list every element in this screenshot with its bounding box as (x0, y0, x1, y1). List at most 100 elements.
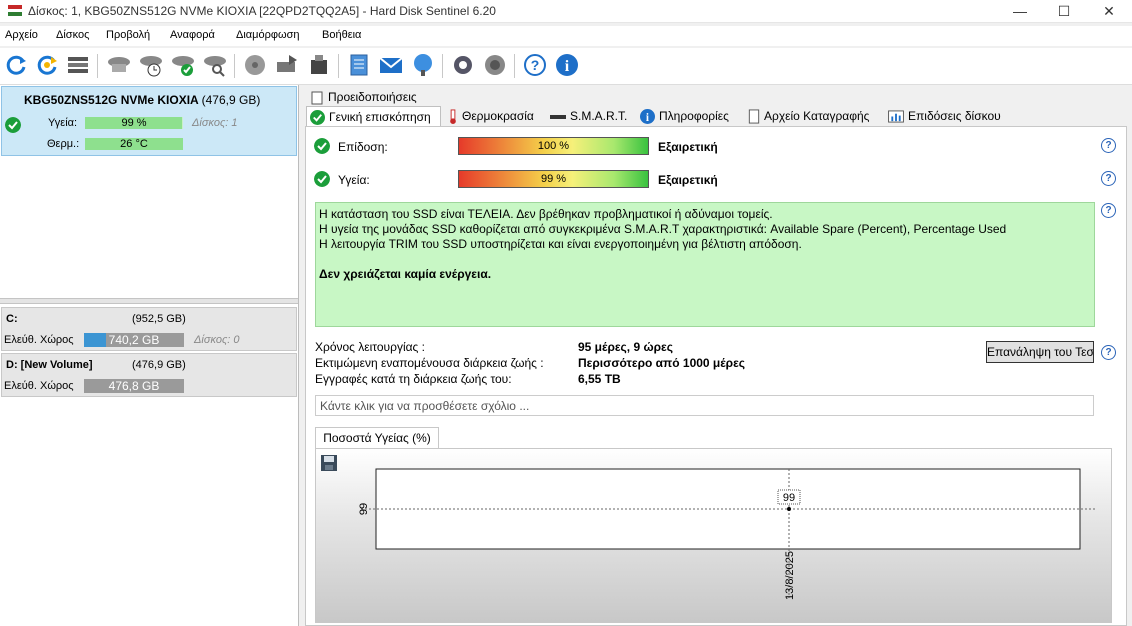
tab-label: S.M.A.R.T. (570, 109, 628, 123)
free-space-label: Ελεύθ. Χώρος (4, 334, 74, 346)
tab-temperature[interactable]: Θερμοκρασία (448, 106, 534, 126)
disk-item-selected[interactable]: KBG50ZNS512G NVMe KIOXIA (476,9 GB) Υγεί… (1, 86, 297, 156)
notepad-icon[interactable] (346, 52, 372, 78)
temperature-bar: 26 °C (85, 138, 183, 150)
check-icon (310, 110, 325, 126)
temperature-label: Θερμ.: (47, 138, 80, 150)
writes-value: 6,55 TB (578, 372, 621, 386)
status-message-box: Η κατάσταση του SSD είναι ΤΕΛΕΙΑ. Δεν βρ… (315, 202, 1095, 327)
free-space-bar: 740,2 GB (84, 333, 184, 347)
thermometer-icon (450, 109, 456, 125)
chart-tab-health[interactable]: Ποσοστά Υγείας (%) (315, 427, 439, 449)
free-space-value: 476,8 GB (108, 379, 160, 393)
health-ok-icon (314, 171, 330, 187)
help-icon[interactable]: ? (522, 52, 548, 78)
disk-search-icon[interactable] (202, 52, 228, 78)
volume-size: (952,5 GB) (132, 313, 186, 325)
maximize-button[interactable]: ☐ (1041, 0, 1087, 22)
toolbar-separator (442, 54, 443, 78)
tab-label: Αρχείο Καταγραφής (764, 109, 870, 123)
comment-field[interactable] (315, 395, 1094, 416)
menu-file[interactable]: Αρχείο (5, 29, 38, 41)
disk-name: KBG50ZNS512G NVMe KIOXIA (476,9 GB) (24, 93, 260, 107)
performance-ok-icon (314, 138, 330, 154)
info-icon[interactable]: i (554, 52, 580, 78)
document-icon (748, 109, 760, 124)
disk-model: KBG50ZNS512G NVMe KIOXIA (24, 93, 199, 107)
menu-report[interactable]: Αναφορά (170, 29, 215, 41)
menu-help[interactable]: Βοήθεια (322, 29, 361, 41)
help-icon[interactable]: ? (1101, 171, 1116, 186)
free-space-bar: 476,8 GB (84, 379, 184, 393)
tab-smart[interactable]: S.M.A.R.T. (550, 106, 627, 126)
minimize-button[interactable]: — (997, 0, 1043, 22)
panel-splitter[interactable] (0, 298, 298, 304)
disk-list-icon[interactable] (65, 52, 91, 78)
status-action: Δεν χρειάζεται καμία ενέργεια. (319, 267, 492, 281)
menu-view[interactable]: Προβολή (106, 29, 150, 41)
disk-size: (476,9 GB) (201, 93, 261, 107)
status-line: Η υγεία της μονάδας SSD καθορίζεται από … (319, 222, 1007, 236)
free-space-value: 740,2 GB (108, 333, 160, 347)
disk-schedule-icon[interactable] (138, 52, 164, 78)
writes-label: Εγγραφές κατά τη διάρκεια ζωής του: (315, 372, 512, 386)
uptime-value: 95 μέρες, 9 ώρες (578, 340, 673, 354)
tab-label: Επιδόσεις δίσκου (908, 109, 1001, 123)
tab-label: Πληροφορίες (659, 109, 729, 123)
smart-icon (550, 114, 566, 119)
tab-information[interactable]: i Πληροφορίες (640, 106, 729, 126)
svg-text:i: i (565, 58, 570, 75)
speaker-icon[interactable] (482, 52, 508, 78)
retest-button[interactable]: Επανάληψη του Τεστ (986, 341, 1094, 363)
tab-label: Προειδοποιήσεις (328, 90, 417, 104)
app-logo-icon (8, 5, 22, 16)
window-title: Δίσκος: 1, KBG50ZNS512G NVMe KIOXIA [22Q… (28, 4, 496, 18)
tab-log[interactable]: Αρχείο Καταγραφής (748, 106, 869, 126)
menu-configuration[interactable]: Διαμόρφωση (236, 29, 300, 41)
volume-name: D: [New Volume] (6, 359, 93, 371)
disk-usb-icon[interactable] (306, 52, 332, 78)
status-line: Η λειτουργία TRIM του SSD υποστηρίζεται … (319, 237, 802, 251)
data-label: 99 (783, 492, 795, 504)
volume-disk-index: Δίσκος: 0 (194, 334, 240, 346)
disk-index: Δίσκος: 1 (192, 117, 238, 129)
health-bar: 99 % (458, 170, 649, 188)
lifetime-value: Περισσότερο από 1000 μέρες (578, 356, 746, 370)
disk-list-panel: KBG50ZNS512G NVMe KIOXIA (476,9 GB) Υγεί… (0, 85, 299, 626)
document-icon (311, 91, 323, 105)
settings-icon[interactable] (450, 52, 476, 78)
lifetime-label: Εκτιμώμενη εναπομένουσα διάρκεια ζωής : (315, 356, 544, 370)
tab-warnings[interactable]: Προειδοποιήσεις (310, 87, 417, 107)
help-icon[interactable]: ? (1101, 345, 1116, 360)
menu-disk[interactable]: Δίσκος (56, 29, 89, 41)
info-icon: i (640, 109, 655, 125)
comment-input[interactable] (316, 396, 1080, 415)
help-icon[interactable]: ? (1101, 203, 1116, 218)
uptime-label: Χρόνος λειτουργίας : (315, 340, 425, 354)
tab-overview[interactable]: Γενική επισκόπηση (306, 106, 441, 127)
volume-item-c[interactable]: C: (952,5 GB) Ελεύθ. Χώρος 740,2 GB Δίσκ… (1, 307, 297, 351)
disk-ok-icon[interactable] (170, 52, 196, 78)
data-point (787, 507, 791, 511)
svg-text:?: ? (531, 57, 540, 73)
volume-item-d[interactable]: D: [New Volume] (476,9 GB) Ελεύθ. Χώρος … (1, 353, 297, 397)
health-value: 99 % (540, 173, 567, 185)
disk-export-icon[interactable] (274, 52, 300, 78)
surface-test-icon[interactable] (242, 52, 268, 78)
help-icon[interactable]: ? (1101, 138, 1116, 153)
toolbar-separator (514, 54, 515, 78)
email-icon[interactable] (378, 52, 404, 78)
status-line: Η κατάσταση του SSD είναι ΤΕΛΕΙΑ. Δεν βρ… (319, 207, 773, 221)
performance-value: 100 % (537, 140, 570, 152)
free-space-label: Ελεύθ. Χώρος (4, 380, 74, 392)
tab-label: Γενική επισκόπηση (329, 110, 431, 124)
close-button[interactable]: ✕ (1086, 0, 1132, 22)
refresh-all-icon[interactable] (34, 52, 60, 78)
refresh-icon[interactable] (3, 52, 29, 78)
x-tick-label: 13/8/2025 (784, 551, 796, 600)
tab-performance[interactable]: Επιδόσεις δίσκου (888, 106, 1001, 126)
volume-name: C: (6, 313, 18, 325)
disk-test-icon[interactable] (106, 52, 132, 78)
network-icon[interactable] (410, 52, 436, 78)
tab-label: Θερμοκρασία (462, 109, 534, 123)
